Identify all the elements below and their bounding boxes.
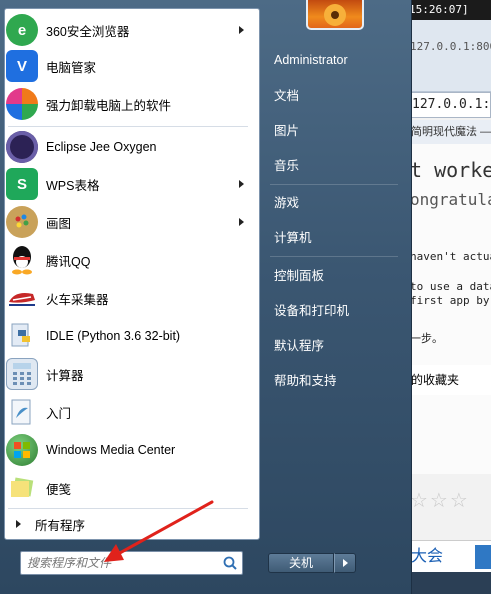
- start-menu: e 360安全浏览器 V 电脑管家 强力卸载电脑上的软件 Eclipse Jee…: [0, 0, 412, 594]
- page-text-line: to use a data: [410, 280, 491, 293]
- page-text-line: first app by r: [410, 294, 491, 307]
- uninstall-icon: [6, 88, 38, 120]
- program-label: 画图: [46, 216, 72, 231]
- train-collector-icon: [6, 282, 38, 314]
- search-icon[interactable]: [222, 555, 238, 571]
- browser-tab-address: 127.0.0.1:8000 /: [410, 40, 491, 53]
- search-box[interactable]: [20, 551, 243, 575]
- user-avatar[interactable]: [306, 0, 364, 30]
- right-separator: [270, 256, 398, 257]
- right-item-computer[interactable]: 计算机: [268, 224, 408, 252]
- separator: [8, 508, 248, 509]
- media-center-icon: [6, 434, 38, 466]
- right-item-default-programs[interactable]: 默认程序: [268, 332, 408, 360]
- program-label: 强力卸载电脑上的软件: [46, 98, 172, 113]
- page-subheading: ongratulations on y: [410, 190, 491, 209]
- pc-manager-icon: V: [6, 50, 38, 82]
- page-text-line: haven't actua: [410, 250, 491, 263]
- program-label: 电脑管家: [46, 60, 97, 75]
- separator: [8, 126, 248, 127]
- right-item-help-support[interactable]: 帮助和支持: [268, 367, 408, 395]
- bottom-link[interactable]: 大会: [411, 548, 443, 565]
- program-item[interactable]: V 电脑管家: [6, 48, 250, 84]
- program-item[interactable]: 画图: [6, 204, 250, 240]
- all-programs-button[interactable]: 所有程序: [6, 512, 250, 536]
- paint-icon: [6, 206, 38, 238]
- right-separator: [270, 184, 398, 185]
- page-text-line: 一步。: [410, 333, 443, 345]
- qq-icon: [6, 244, 38, 276]
- program-item[interactable]: S WPS表格: [6, 166, 250, 202]
- program-item[interactable]: Windows Media Center: [6, 432, 250, 468]
- shutdown-options-button[interactable]: [334, 553, 356, 573]
- chevron-right-icon: [343, 559, 348, 567]
- search-input[interactable]: [27, 555, 217, 571]
- flower-center: [331, 11, 339, 19]
- program-item[interactable]: 便笺: [6, 470, 250, 506]
- all-programs-label: 所有程序: [35, 518, 86, 533]
- program-item[interactable]: 火车采集器: [6, 280, 250, 316]
- right-item-control-panel[interactable]: 控制面板: [268, 262, 408, 290]
- program-label: IDLE (Python 3.6 32-bit): [46, 329, 181, 343]
- submenu-arrow-icon: [239, 180, 244, 188]
- right-item-administrator[interactable]: Administrator: [268, 46, 408, 74]
- program-item[interactable]: 强力卸载电脑上的软件: [6, 86, 250, 122]
- program-item[interactable]: Eclipse Jee Oxygen: [6, 129, 250, 165]
- program-label: 便笺: [46, 482, 72, 497]
- program-label: Eclipse Jee Oxygen: [46, 140, 157, 154]
- program-item[interactable]: e 360安全浏览器: [6, 12, 250, 48]
- favorites-link[interactable]: 的收藏夹: [405, 365, 491, 395]
- eclipse-icon: [6, 131, 38, 163]
- program-label: 360安全浏览器: [46, 24, 130, 39]
- program-label: 腾讯QQ: [46, 254, 91, 269]
- program-label: 入门: [46, 406, 72, 421]
- right-item-music[interactable]: 音乐: [268, 152, 408, 180]
- getting-started-icon: [6, 396, 38, 428]
- console-time: 15:26:07]: [405, 0, 491, 20]
- program-label: 火车采集器: [46, 292, 109, 307]
- right-item-devices-printers[interactable]: 设备和打印机: [268, 297, 408, 325]
- page-bottom-bar: 大会: [405, 540, 491, 572]
- right-item-games[interactable]: 游戏: [268, 189, 408, 217]
- expand-arrow-icon: [16, 520, 21, 528]
- bottom-button[interactable]: [475, 545, 491, 569]
- program-item[interactable]: 腾讯QQ: [6, 242, 250, 278]
- python-idle-icon: [6, 320, 38, 352]
- program-item[interactable]: IDLE (Python 3.6 32-bit): [6, 318, 250, 354]
- submenu-arrow-icon: [239, 218, 244, 226]
- program-item[interactable]: 入门: [6, 394, 250, 430]
- program-label: WPS表格: [46, 178, 100, 193]
- program-item[interactable]: 计算器: [6, 356, 250, 392]
- page-heading: t worked!: [410, 158, 491, 182]
- program-label: Windows Media Center: [46, 443, 176, 457]
- taskbar-strip: [405, 572, 491, 594]
- right-item-documents[interactable]: 文档: [268, 82, 408, 110]
- shutdown-button[interactable]: 关机: [268, 553, 334, 573]
- calculator-icon: [6, 358, 38, 390]
- browser-bookmark-bar[interactable]: 简明现代魔法 —: [405, 120, 491, 144]
- program-label: 计算器: [46, 368, 84, 383]
- 360-browser-icon: e: [6, 14, 38, 46]
- rating-stars[interactable]: ☆☆☆: [410, 488, 470, 513]
- browser-url-bar[interactable]: 127.0.0.1:800: [407, 92, 491, 118]
- right-item-pictures[interactable]: 图片: [268, 117, 408, 145]
- wps-spreadsheet-icon: S: [6, 168, 38, 200]
- submenu-arrow-icon: [239, 26, 244, 34]
- sticky-notes-icon: [6, 472, 38, 504]
- browser-title-area: [405, 20, 491, 92]
